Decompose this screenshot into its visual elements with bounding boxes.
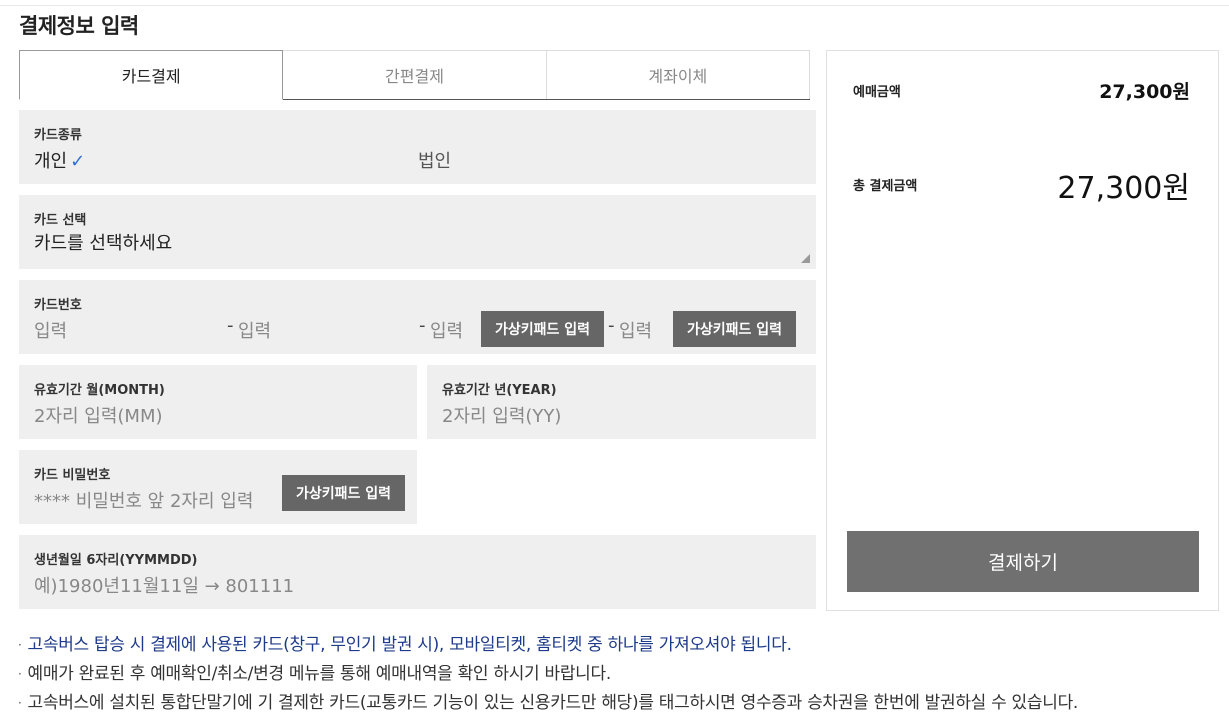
- pay-button[interactable]: 결제하기: [847, 531, 1199, 592]
- resize-handle-icon: [801, 254, 810, 263]
- card-number-virtual-keypad-button-2[interactable]: 가상키패드 입력: [673, 311, 796, 347]
- bullet-icon: ·: [18, 696, 22, 710]
- bullet-icon: ·: [18, 667, 22, 681]
- bullet-icon: ·: [18, 638, 22, 652]
- expiry-month-input[interactable]: 2자리 입력(MM): [34, 402, 163, 428]
- card-select-dropdown[interactable]: 카드를 선택하세요: [34, 229, 809, 263]
- card-number-dash-3: -: [608, 315, 615, 336]
- card-type-label: 카드종류: [34, 128, 82, 143]
- card-number-section: 카드번호 입력 - 입력 - 입력 가상키패드 입력 - 입력 가상키패드 입력: [19, 280, 816, 354]
- card-type-personal-option[interactable]: 개인 ✓: [34, 147, 85, 173]
- notice-item: · 예매가 완료된 후 예매확인/취소/변경 메뉴를 통해 예매내역을 확인 하시…: [18, 661, 1228, 690]
- notice-text: 고속버스 탑승 시 결제에 사용된 카드(창구, 무인기 발권 시), 모바일티…: [27, 635, 792, 655]
- card-type-section: 카드종류 개인 ✓ 법인: [19, 110, 816, 184]
- card-number-input-3[interactable]: 입력: [430, 317, 463, 343]
- card-number-input-4[interactable]: 입력: [619, 317, 652, 343]
- birth-date-label: 생년월일 6자리(YYMMDD): [34, 553, 198, 568]
- birth-date-input[interactable]: 예)1980년11월11일 → 801111: [34, 572, 294, 598]
- card-number-input-1[interactable]: 입력: [34, 317, 67, 343]
- card-type-corporate-label: 법인: [418, 151, 452, 172]
- card-type-corporate-option[interactable]: 법인: [418, 147, 451, 173]
- notice-list: · 고속버스 탑승 시 결제에 사용된 카드(창구, 무인기 발권 시), 모바일…: [18, 632, 1228, 719]
- notice-text: 고속버스에 설치된 통합단말기에 기 결제한 카드(교통카드 기능이 있는 신용…: [27, 693, 1079, 713]
- notice-item: · 고속버스 탑승 시 결제에 사용된 카드(창구, 무인기 발권 시), 모바일…: [18, 632, 1228, 661]
- payment-method-tabs: 카드결제 간편결제 계좌이체: [19, 50, 810, 100]
- total-amount-value: 27,300원: [1057, 171, 1190, 206]
- card-select-label: 카드 선택: [34, 213, 87, 228]
- card-number-input-2[interactable]: 입력: [238, 317, 271, 343]
- card-type-personal-label: 개인: [34, 151, 68, 172]
- birth-date-section: 생년월일 6자리(YYMMDD) 예)1980년11월11일 → 801111: [19, 535, 816, 609]
- card-password-section: 카드 비밀번호 **** 비밀번호 앞 2자리 입력 가상키패드 입력: [19, 450, 417, 524]
- top-divider: [0, 5, 1229, 6]
- booking-amount-label: 예매금액: [853, 85, 901, 100]
- notice-text: 예매가 완료된 후 예매확인/취소/변경 메뉴를 통해 예매내역을 확인 하시기…: [27, 664, 612, 684]
- tab-bank-transfer[interactable]: 계좌이체: [546, 50, 810, 99]
- expiry-year-input[interactable]: 2자리 입력(YY): [442, 402, 561, 428]
- tab-card-payment[interactable]: 카드결제: [19, 50, 284, 100]
- expiry-year-section: 유효기간 년(YEAR) 2자리 입력(YY): [427, 365, 816, 439]
- card-number-dash-1: -: [227, 315, 234, 336]
- card-number-virtual-keypad-button-1[interactable]: 가상키패드 입력: [481, 311, 604, 347]
- check-icon: ✓: [70, 151, 86, 172]
- expiry-month-label: 유효기간 월(MONTH): [34, 383, 165, 398]
- expiry-year-label: 유효기간 년(YEAR): [442, 383, 557, 398]
- booking-amount-value: 27,300원: [1099, 81, 1190, 103]
- card-password-input[interactable]: **** 비밀번호 앞 2자리 입력: [34, 487, 253, 513]
- expiry-month-section: 유효기간 월(MONTH) 2자리 입력(MM): [19, 365, 417, 439]
- page-title: 결제정보 입력: [19, 14, 139, 38]
- card-password-label: 카드 비밀번호: [34, 468, 111, 483]
- tab-simple-payment[interactable]: 간편결제: [283, 50, 547, 99]
- notice-item: · 고속버스에 설치된 통합단말기에 기 결제한 카드(교통카드 기능이 있는 신…: [18, 690, 1228, 719]
- total-amount-label: 총 결제금액: [853, 179, 918, 194]
- card-number-label: 카드번호: [34, 298, 82, 313]
- card-password-virtual-keypad-button[interactable]: 가상키패드 입력: [282, 475, 405, 511]
- card-number-dash-2: -: [419, 315, 426, 336]
- payment-summary-panel: 예매금액 27,300원 총 결제금액 27,300원 결제하기: [826, 50, 1219, 611]
- card-select-section: 카드 선택 카드를 선택하세요: [19, 195, 816, 269]
